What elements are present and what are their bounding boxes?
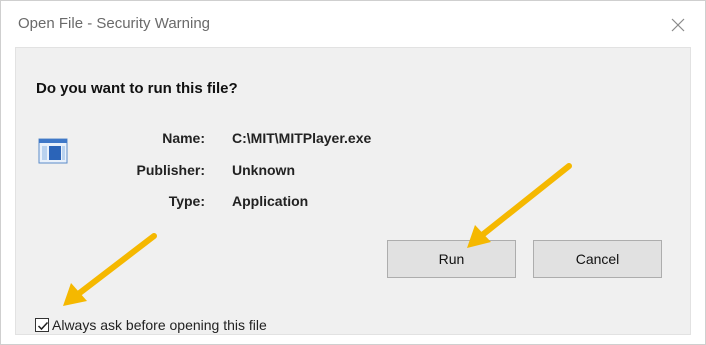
application-file-icon [38, 138, 68, 164]
always-ask-label: Always ask before opening this file [52, 317, 267, 333]
cancel-button[interactable]: Cancel [533, 240, 662, 278]
run-button[interactable]: Run [387, 240, 516, 278]
always-ask-checkbox[interactable] [35, 318, 49, 332]
type-label: Type: [168, 193, 205, 209]
dialog-question: Do you want to run this file? [36, 80, 238, 97]
always-ask-option[interactable]: Always ask before opening this file [35, 317, 267, 333]
name-label: Name: [162, 130, 205, 146]
security-warning-dialog: Open File - Security Warning Do you want… [0, 0, 706, 345]
close-icon [671, 18, 685, 32]
window-title: Open File - Security Warning [18, 15, 211, 32]
close-button[interactable] [663, 9, 693, 39]
checkmark-icon [37, 321, 49, 331]
publisher-label: Publisher: [136, 162, 205, 178]
type-value: Application [232, 193, 309, 209]
publisher-value: Unknown [232, 162, 295, 178]
title-bar: Open File - Security Warning [1, 1, 705, 47]
dialog-content: Do you want to run this file? Name: C:\M… [15, 47, 691, 335]
name-value: C:\MIT\MITPlayer.exe [232, 130, 372, 146]
